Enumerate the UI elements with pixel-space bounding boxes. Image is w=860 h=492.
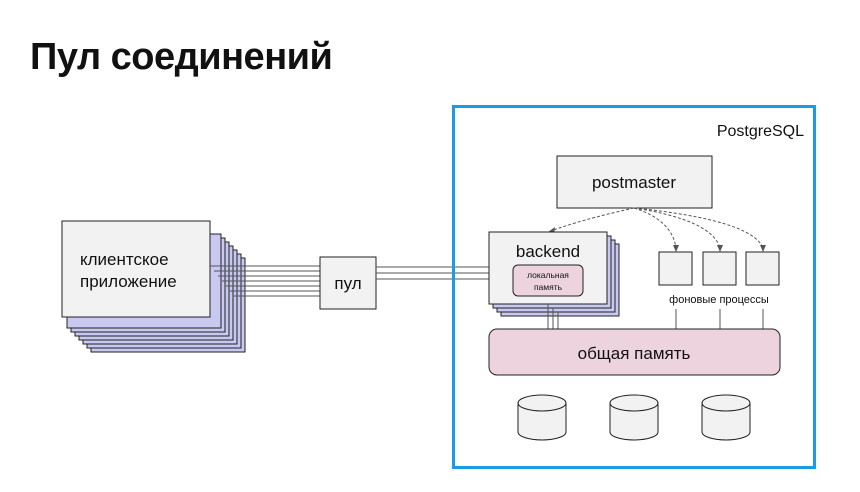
- postmaster-label: postmaster: [592, 173, 676, 192]
- background-process-box-3: [745, 251, 780, 286]
- local-memory-label-2: память: [534, 282, 563, 292]
- postgresql-label: PostgreSQL: [717, 123, 804, 140]
- pool-connections: [376, 266, 489, 280]
- database-cylinder-2: [609, 394, 659, 441]
- background-process-box-2: [702, 251, 737, 286]
- shared-memory-label: общая память: [578, 344, 691, 363]
- background-processes-label: фоновые процессы: [669, 294, 769, 306]
- client-app-box: [61, 220, 211, 318]
- database-cylinder-1: [517, 394, 567, 441]
- local-memory-label-1: локальная: [527, 270, 569, 280]
- client-app-label-1: клиентское: [80, 250, 169, 269]
- client-app-label-2: приложение: [80, 272, 177, 291]
- background-memory-links: [675, 309, 764, 329]
- connection-pool-diagram: клиентское приложение пул PostgreSQL pos…: [61, 105, 816, 469]
- database-cylinder-3: [701, 394, 751, 441]
- backend-label: backend: [516, 242, 580, 261]
- background-process-box-1: [658, 251, 693, 286]
- pool-label: пул: [334, 274, 361, 293]
